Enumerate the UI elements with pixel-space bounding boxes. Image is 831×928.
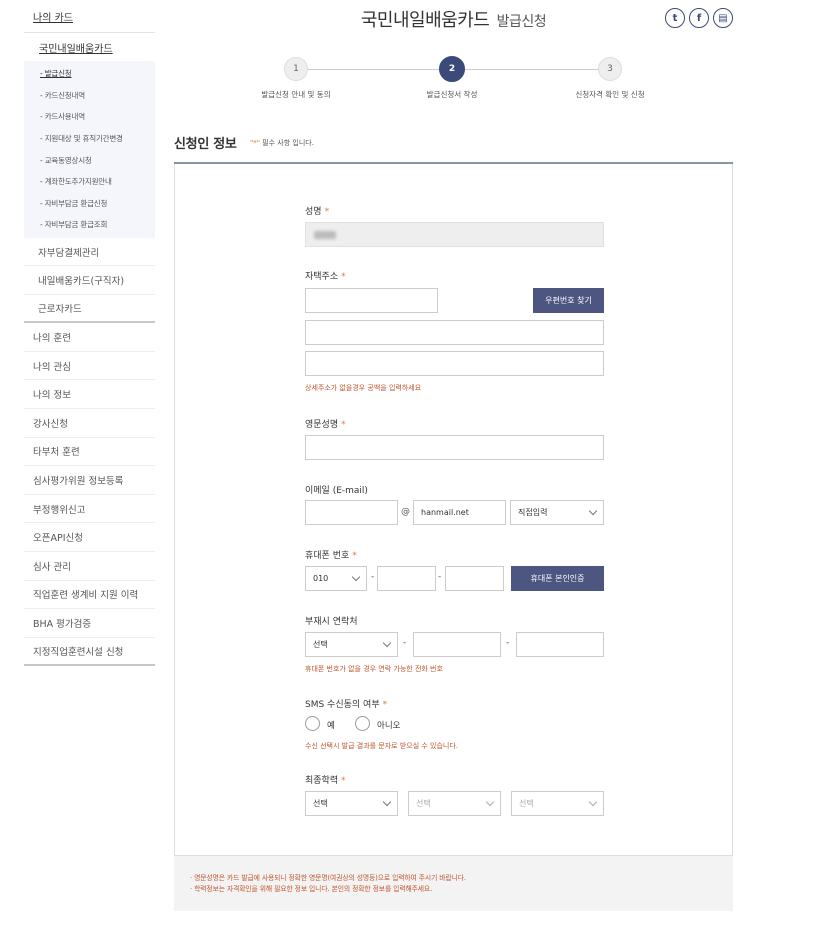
sidebar-item-living-cost[interactable]: 직업훈련 생계비 지원 이력 xyxy=(24,581,155,610)
name-field xyxy=(305,222,604,247)
zipcode-input[interactable] xyxy=(305,288,438,313)
email-at: @ xyxy=(401,507,410,517)
chevron-down-icon xyxy=(588,506,598,516)
sidebar-item-open-api[interactable]: 오픈API신청 xyxy=(24,523,155,552)
sidebar-my-card[interactable]: 나의 카드 xyxy=(24,0,155,33)
phone-middle-input[interactable] xyxy=(377,566,436,591)
sidebar-item-my-interest[interactable]: 나의 관심 xyxy=(24,352,155,381)
sidebar-item-evaluator[interactable]: 심사평가위원 정보등록 xyxy=(24,466,155,495)
chevron-down-icon xyxy=(485,797,495,807)
step-1: 1 발급신청 안내 및 동의 xyxy=(251,57,341,100)
step-2-label: 발급신청서 작성 xyxy=(426,90,478,99)
sidebar-item-instructor[interactable]: 강사신청 xyxy=(24,409,155,438)
applicant-form: 성명 * 자택주소 * 우편번호 찾기 상세주소가 없을경우 공백을 입력하세요 영… xyxy=(174,164,733,856)
sidebar-item-self-pay[interactable]: 자부담결제관리 xyxy=(24,238,155,267)
chevron-down-icon xyxy=(382,638,392,648)
alt-phone-last-input[interactable] xyxy=(516,632,604,657)
education-level-select[interactable]: 선택 xyxy=(305,791,398,816)
phone-verify-button[interactable]: 휴대폰 본인인증 xyxy=(511,566,604,591)
alt-phone-middle-input[interactable] xyxy=(413,632,501,657)
sidebar-item-card-history[interactable]: - 카드신청내역 xyxy=(24,85,155,107)
page-title-main: 국민내일배움카드 xyxy=(360,10,490,31)
step-1-label: 발급신청 안내 및 동의 xyxy=(261,90,331,99)
email-id-input[interactable] xyxy=(305,500,398,525)
share-icons: t f ▤ xyxy=(665,8,733,28)
section-title: 신청인 정보 xyxy=(174,137,237,152)
email-domain-input[interactable]: hanmail.net xyxy=(413,500,506,525)
sidebar-item-card-usage[interactable]: - 카드사용내역 xyxy=(24,106,155,128)
sidebar-item-apply[interactable]: - 발급신청 xyxy=(24,63,155,85)
education-school-select[interactable]: 선택 xyxy=(408,791,501,816)
page-title-sub: 발급신청 xyxy=(496,14,547,30)
sidebar-item-review[interactable]: 심사 관리 xyxy=(24,552,155,581)
eng-name-label: 영문성명 * xyxy=(305,420,346,430)
sidebar-item-edu-video[interactable]: - 교육동영상시청 xyxy=(24,149,155,171)
sms-hint: 수신 선택시 발급 결과를 문자로 받으실 수 있습니다. xyxy=(305,742,459,750)
education-label: 최종학력 * xyxy=(305,776,346,786)
required-note: "*" 필수 사항 입니다. xyxy=(250,138,314,148)
twitter-icon[interactable]: t xyxy=(665,8,685,28)
phone-label: 휴대폰 번호 * xyxy=(305,551,357,561)
step-3-label: 신청자격 확인 및 신청 xyxy=(575,90,645,99)
step-3: 3 신청자격 확인 및 신청 xyxy=(565,57,655,100)
form-notes: · 영문성명은 카드 발급에 사용되니 정확한 영문명(여권상의 성명등)으로 … xyxy=(174,856,733,911)
zipcode-search-button[interactable]: 우편번호 찾기 xyxy=(533,288,604,313)
sidebar-item-my-info[interactable]: 나의 정보 xyxy=(24,380,155,410)
chevron-down-icon xyxy=(588,797,598,807)
sms-yes-radio[interactable] xyxy=(305,716,320,731)
education-status-select[interactable]: 선택 xyxy=(511,791,604,816)
print-icon[interactable]: ▤ xyxy=(713,8,733,28)
blurred-name xyxy=(314,231,336,239)
eng-name-input[interactable] xyxy=(305,435,604,460)
sidebar-item-refund-apply[interactable]: - 자비부담금 환급신청 xyxy=(24,193,155,215)
email-domain-select[interactable]: 직접입력 xyxy=(510,500,604,525)
sidebar: 나의 카드 국민내일배움카드 - 발급신청 - 카드신청내역 - 카드사용내역 … xyxy=(24,0,155,667)
sms-yes-label[interactable]: 예 xyxy=(327,719,335,731)
note-eng-name: · 영문성명은 카드 발급에 사용되니 정확한 영문명(여권상의 성명등)으로 … xyxy=(190,874,466,882)
address-detail-input[interactable] xyxy=(305,351,604,376)
required-star: "*" xyxy=(250,139,260,147)
alt-phone-label: 부재시 연락처 xyxy=(305,617,358,627)
sidebar-item-other-ministry[interactable]: 타부처 훈련 xyxy=(24,438,155,467)
address-label: 자택주소 * xyxy=(305,272,346,282)
step-indicator: 1 발급신청 안내 및 동의 2 발급신청서 작성 3 신청자격 확인 및 신청 xyxy=(258,56,668,107)
email-label: 이메일 (E-mail) xyxy=(305,486,368,496)
sidebar-item-leave-change[interactable]: - 지원대상 및 휴직기간변경 xyxy=(24,128,155,150)
step-3-circle: 3 xyxy=(598,57,622,81)
phone-dash-2: - xyxy=(438,572,442,582)
phone-dash-1: - xyxy=(371,572,375,582)
sidebar-item-limit-info[interactable]: - 계좌한도추가지원안내 xyxy=(24,171,155,193)
address-hint: 상세주소가 없을경우 공백을 입력하세요 xyxy=(305,384,422,392)
chevron-down-icon xyxy=(382,797,392,807)
sidebar-item-worker-card[interactable]: 근로자카드 xyxy=(24,295,155,324)
name-label: 성명 * xyxy=(305,207,330,217)
sidebar-item-my-training[interactable]: 나의 훈련 xyxy=(24,323,155,352)
alt-phone-dash-2: - xyxy=(506,638,510,648)
sms-no-label[interactable]: 아니오 xyxy=(377,719,400,731)
sidebar-national-card[interactable]: 국민내일배움카드 xyxy=(24,33,155,61)
sidebar-item-refund-inquiry[interactable]: - 자비부담금 환급조회 xyxy=(24,214,155,236)
sidebar-item-bha[interactable]: BHA 평가검증 xyxy=(24,609,155,638)
required-text: 필수 사항 입니다. xyxy=(259,139,314,147)
note-education: · 학력정보는 자격확인을 위해 필요한 정보 입니다. 본인의 정확한 정보를… xyxy=(190,885,433,893)
alt-phone-area-select[interactable]: 선택 xyxy=(305,632,398,657)
sms-label: SMS 수신동의 여부 * xyxy=(305,700,388,710)
sidebar-item-facility[interactable]: 지정직업훈련시설 신청 xyxy=(24,638,155,667)
phone-prefix-select[interactable]: 010 xyxy=(305,566,367,591)
sidebar-item-report[interactable]: 부정행위신고 xyxy=(24,495,155,524)
facebook-icon[interactable]: f xyxy=(689,8,709,28)
phone-last-input[interactable] xyxy=(445,566,504,591)
sidebar-item-jobseeker-card[interactable]: 내일배움카드(구직자) xyxy=(24,266,155,295)
alt-phone-hint: 휴대폰 번호가 없을 경우 연락 가능한 전화 번호 xyxy=(305,665,443,673)
sms-no-radio[interactable] xyxy=(355,716,370,731)
address-input[interactable] xyxy=(305,320,604,345)
step-2-circle: 2 xyxy=(439,56,465,82)
page-title: 국민내일배움카드 발급신청 xyxy=(174,6,733,32)
alt-phone-dash-1: - xyxy=(403,638,407,648)
chevron-down-icon xyxy=(351,572,361,582)
sidebar-submenu: - 발급신청 - 카드신청내역 - 카드사용내역 - 지원대상 및 휴직기간변경… xyxy=(24,61,155,238)
step-2: 2 발급신청서 작성 xyxy=(407,56,497,100)
step-1-circle: 1 xyxy=(284,57,308,81)
